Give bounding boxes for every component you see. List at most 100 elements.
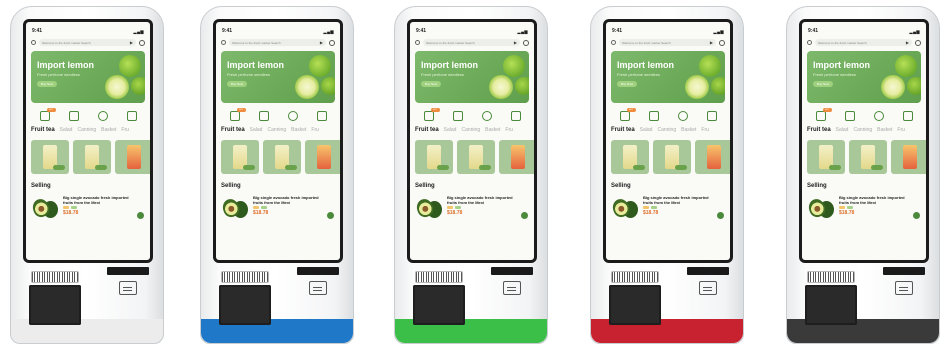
search-icon[interactable] [915,39,921,46]
drink-card[interactable] [115,140,150,174]
location-icon[interactable] [221,40,226,45]
calendar-check-icon[interactable] [68,111,79,121]
members-icon[interactable]: HOT [815,108,832,121]
product-item[interactable]: Big single avocado fresh imported fruits… [216,191,340,223]
drink-card[interactable] [891,140,926,174]
promo-banner[interactable]: Import lemon Fresh perfume seedless Buy … [807,51,921,103]
drink-card[interactable] [611,140,649,174]
tab-salad[interactable]: Salad [444,127,457,133]
add-to-cart-icon[interactable] [717,212,724,219]
tab-salad[interactable]: Salad [640,127,653,133]
buy-now-button[interactable]: Buy Now [813,81,833,87]
buy-now-button[interactable]: Buy Now [37,81,57,87]
calendar-check-icon[interactable] [258,111,269,121]
tab-more[interactable]: Fru [311,127,319,133]
lime-half-image [881,75,905,99]
tab-more[interactable]: Fru [121,127,129,133]
upload-icon[interactable] [677,111,688,121]
search-icon[interactable] [139,39,145,46]
tab-canning[interactable]: Canning [267,127,286,133]
tab-basket[interactable]: Basket [101,127,116,133]
add-to-cart-icon[interactable] [913,212,920,219]
calendar-check-icon[interactable] [844,111,855,121]
search-icon[interactable] [329,39,335,46]
drink-card[interactable] [31,140,69,174]
tab-basket[interactable]: Basket [877,127,892,133]
tab-basket[interactable]: Basket [485,127,500,133]
drink-card[interactable] [73,140,111,174]
promo-banner[interactable]: Import lemon Fresh perfume seedless Buy … [31,51,145,103]
promo-banner[interactable]: Import lemon Fresh perfume seedless Buy … [415,51,529,103]
product-info: Big single avocado fresh imported fruits… [63,195,133,219]
search-input[interactable]: Welcome to the fresh market Search ▶ [423,39,520,46]
store-icon[interactable] [316,111,327,121]
store-icon[interactable] [706,111,717,121]
drink-card[interactable] [415,140,453,174]
add-to-cart-icon[interactable] [521,212,528,219]
product-item[interactable]: Big single avocado fresh imported fruits… [410,191,534,223]
drink-card[interactable] [263,140,301,174]
buy-now-button[interactable]: Buy Now [227,81,247,87]
search-input[interactable]: Welcome to the fresh market Search ▶ [619,39,716,46]
tab-salad[interactable]: Salad [836,127,849,133]
tab-fruit-tea[interactable]: Fruit tea [415,127,439,133]
drink-card[interactable] [457,140,495,174]
upload-icon[interactable] [287,111,298,121]
search-input[interactable]: Welcome to the fresh market Search ▶ [39,39,136,46]
tab-canning[interactable]: Canning [461,127,480,133]
tab-salad[interactable]: Salad [250,127,263,133]
lime-image [321,77,335,95]
location-icon[interactable] [31,40,36,45]
tab-fruit-tea[interactable]: Fruit tea [31,127,55,133]
drink-card[interactable] [221,140,259,174]
tab-fruit-tea[interactable]: Fruit tea [611,127,635,133]
upload-icon[interactable] [873,111,884,121]
product-price: $18.78 [643,210,659,216]
members-icon[interactable]: HOT [39,108,56,121]
store-icon[interactable] [902,111,913,121]
calendar-check-icon[interactable] [648,111,659,121]
location-icon[interactable] [611,40,616,45]
add-to-cart-icon[interactable] [137,212,144,219]
tab-more[interactable]: Fru [505,127,513,133]
tab-salad[interactable]: Salad [60,127,73,133]
tab-more[interactable]: Fru [897,127,905,133]
product-item[interactable]: Big single avocado fresh imported fruits… [26,191,150,223]
store-icon[interactable] [126,111,137,121]
search-icon[interactable] [523,39,529,46]
members-icon[interactable]: HOT [619,108,636,121]
members-icon[interactable]: HOT [229,108,246,121]
add-to-cart-icon[interactable] [327,212,334,219]
search-icon[interactable] [719,39,725,46]
drink-card[interactable] [305,140,340,174]
promo-banner[interactable]: Import lemon Fresh perfume seedless Buy … [221,51,335,103]
product-item[interactable]: Big single avocado fresh imported fruits… [606,191,730,223]
tab-basket[interactable]: Basket [291,127,306,133]
tab-canning[interactable]: Canning [657,127,676,133]
promo-banner[interactable]: Import lemon Fresh perfume seedless Buy … [611,51,725,103]
tab-basket[interactable]: Basket [681,127,696,133]
drink-card[interactable] [499,140,534,174]
drink-card[interactable] [849,140,887,174]
location-icon[interactable] [415,40,420,45]
tab-canning[interactable]: Canning [853,127,872,133]
product-item[interactable]: Big single avocado fresh imported fruits… [802,191,926,223]
drink-card[interactable] [695,140,730,174]
buy-now-button[interactable]: Buy Now [421,81,441,87]
upload-icon[interactable] [97,111,108,121]
upload-icon[interactable] [481,111,492,121]
location-icon[interactable] [807,40,812,45]
search-input[interactable]: Welcome to the fresh market Search ▶ [229,39,326,46]
tab-canning[interactable]: Canning [77,127,96,133]
buy-now-button[interactable]: Buy Now [617,81,637,87]
store-icon[interactable] [510,111,521,121]
tab-fruit-tea[interactable]: Fruit tea [221,127,245,133]
members-icon[interactable]: HOT [423,108,440,121]
lime-image [309,55,331,77]
search-input[interactable]: Welcome to the fresh market Search ▶ [815,39,912,46]
drink-card[interactable] [653,140,691,174]
tab-fruit-tea[interactable]: Fruit tea [807,127,831,133]
tab-more[interactable]: Fru [701,127,709,133]
drink-card[interactable] [807,140,845,174]
calendar-check-icon[interactable] [452,111,463,121]
